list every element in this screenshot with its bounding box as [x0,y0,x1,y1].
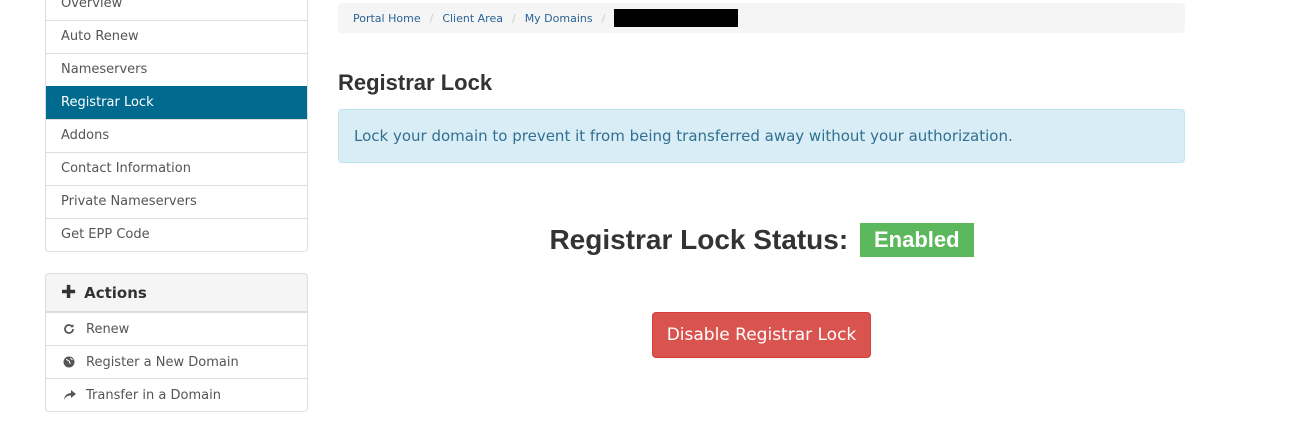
breadcrumb-separator: / [601,11,606,25]
actions-panel: ✚ Actions Renew Register a New Domain Tr… [45,273,308,412]
action-renew[interactable]: Renew [46,312,307,345]
lock-status-label: Registrar Lock Status: [549,224,849,255]
breadcrumb-separator: / [511,11,516,25]
share-icon [62,388,76,402]
page-title: Registrar Lock [338,70,493,95]
refresh-icon [62,322,76,336]
sidebar-item-overview[interactable]: Overview [46,0,307,20]
breadcrumb-redacted-domain [614,9,739,27]
action-renew-label: Renew [86,321,130,337]
disable-registrar-lock-button[interactable]: Disable Registrar Lock [652,312,871,358]
sidebar-item-auto-renew[interactable]: Auto Renew [46,20,307,53]
sidebar-item-addons[interactable]: Addons [46,119,307,152]
breadcrumb-client-area[interactable]: Client Area [442,12,503,25]
globe-icon [62,355,76,369]
info-alert-text: Lock your domain to prevent it from bein… [354,127,1013,145]
breadcrumb-separator: / [429,11,434,25]
info-alert: Lock your domain to prevent it from bein… [338,109,1185,163]
plus-icon: ✚ [61,282,77,303]
lock-status: Registrar Lock Status: Enabled [338,222,1185,259]
action-transfer-domain[interactable]: Transfer in a Domain [46,378,307,411]
sidebar-item-contact-information[interactable]: Contact Information [46,152,307,185]
breadcrumb-my-domains[interactable]: My Domains [525,12,593,25]
breadcrumb-portal-home[interactable]: Portal Home [353,12,421,25]
status-badge: Enabled [859,222,974,257]
action-register-domain[interactable]: Register a New Domain [46,345,307,378]
action-register-domain-label: Register a New Domain [86,354,239,370]
breadcrumb: Portal Home / Client Area / My Domains / [338,3,1185,33]
actions-header: ✚ Actions [46,274,307,312]
sidebar-item-nameservers[interactable]: Nameservers [46,53,307,86]
domain-menu: Overview Auto Renew Nameservers Registra… [45,0,308,252]
actions-title: Actions [84,283,147,302]
action-transfer-domain-label: Transfer in a Domain [86,387,221,403]
sidebar-item-private-nameservers[interactable]: Private Nameservers [46,185,307,218]
sidebar-item-registrar-lock[interactable]: Registrar Lock [46,86,307,119]
sidebar-item-get-epp-code[interactable]: Get EPP Code [46,218,307,251]
